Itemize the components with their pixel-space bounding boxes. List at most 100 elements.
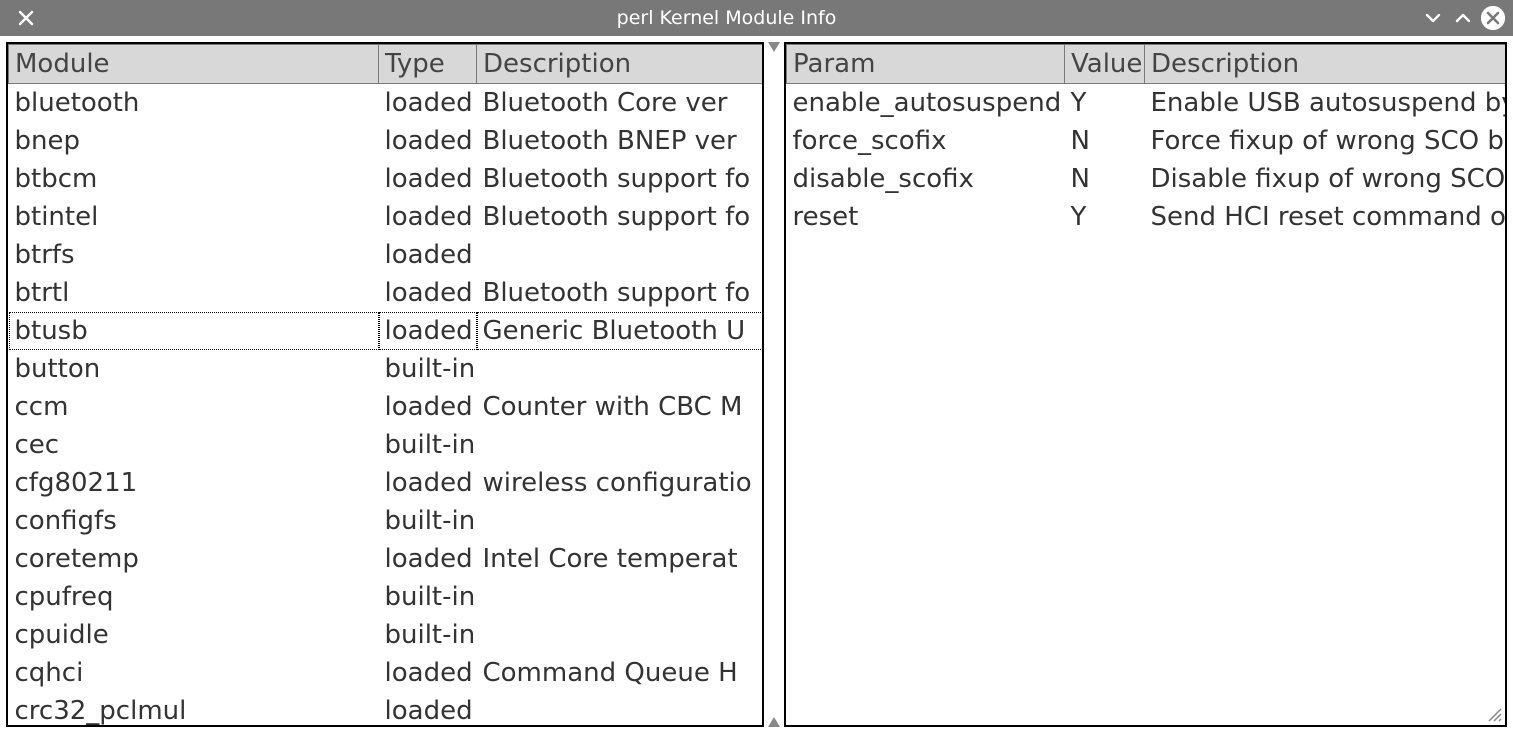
col-header-desc[interactable]: Description <box>477 45 765 84</box>
cell-type: loaded <box>379 160 477 198</box>
modules-header-row[interactable]: Module Type Description <box>9 45 765 84</box>
cell-module: coretemp <box>9 540 379 578</box>
table-row[interactable]: btrtlloadedBluetooth support fo <box>9 274 765 312</box>
window-titlebar: perl Kernel Module Info <box>0 0 1513 36</box>
cell-type: loaded <box>379 274 477 312</box>
col-header-value[interactable]: Value <box>1065 45 1145 84</box>
cell-desc <box>477 236 765 274</box>
table-row[interactable]: configfsbuilt-in <box>9 502 765 540</box>
cell-module: button <box>9 350 379 388</box>
table-row[interactable]: cfg80211loadedwireless configuratio <box>9 464 765 502</box>
cell-desc: Bluetooth BNEP ver <box>477 122 765 160</box>
table-row[interactable]: btbcmloadedBluetooth support fo <box>9 160 765 198</box>
cell-type: loaded <box>379 236 477 274</box>
cell-type: built-in <box>379 350 477 388</box>
modules-pane[interactable]: Module Type Description bluetoothloadedB… <box>6 42 764 727</box>
table-row[interactable]: btrfsloaded <box>9 236 765 274</box>
table-row[interactable]: bneploadedBluetooth BNEP ver <box>9 122 765 160</box>
table-row[interactable]: enable_autosuspendYEnable USB autosuspen… <box>787 84 1508 123</box>
table-row[interactable]: cqhciloadedCommand Queue H <box>9 654 765 692</box>
cell-module: btusb <box>9 312 379 350</box>
cell-type: built-in <box>379 616 477 654</box>
params-header-row[interactable]: Param Value Description <box>787 45 1508 84</box>
cell-desc <box>477 578 765 616</box>
close-icon[interactable] <box>1481 6 1505 30</box>
modules-table[interactable]: Module Type Description bluetoothloadedB… <box>8 44 764 727</box>
cell-type: loaded <box>379 540 477 578</box>
cell-desc: Counter with CBC M <box>477 388 765 426</box>
cell-type: loaded <box>379 654 477 692</box>
cell-value: Y <box>1065 198 1145 236</box>
cell-module: cqhci <box>9 654 379 692</box>
cell-desc: Command Queue H <box>477 654 765 692</box>
table-row[interactable]: btusbloadedGeneric Bluetooth U <box>9 312 765 350</box>
params-pane[interactable]: Param Value Description enable_autosuspe… <box>784 42 1507 727</box>
splitter-handle-bottom-icon[interactable] <box>768 717 780 727</box>
cell-desc: wireless configuratio <box>477 464 765 502</box>
chevron-up-icon[interactable] <box>1451 6 1475 30</box>
cell-type: built-in <box>379 426 477 464</box>
cell-module: configfs <box>9 502 379 540</box>
cell-module: btintel <box>9 198 379 236</box>
table-row[interactable]: cpufreqbuilt-in <box>9 578 765 616</box>
cell-module: cfg80211 <box>9 464 379 502</box>
window-menu-close-icon[interactable] <box>14 6 38 30</box>
cell-module: cec <box>9 426 379 464</box>
params-table[interactable]: Param Value Description enable_autosuspe… <box>786 44 1507 236</box>
table-row[interactable]: resetYSend HCI reset command o <box>787 198 1508 236</box>
cell-desc <box>477 426 765 464</box>
cell-type: loaded <box>379 464 477 502</box>
cell-desc <box>477 350 765 388</box>
cell-module: cpuidle <box>9 616 379 654</box>
table-row[interactable]: btintelloadedBluetooth support fo <box>9 198 765 236</box>
cell-desc: Force fixup of wrong SCO b <box>1145 122 1508 160</box>
cell-value: N <box>1065 160 1145 198</box>
cell-type: built-in <box>379 578 477 616</box>
table-row[interactable]: crc32_pclmulloaded <box>9 692 765 727</box>
cell-type: loaded <box>379 312 477 350</box>
pane-splitter[interactable] <box>768 42 780 727</box>
cell-desc: Bluetooth support fo <box>477 198 765 236</box>
table-row[interactable]: cecbuilt-in <box>9 426 765 464</box>
col-header-pdesc[interactable]: Description <box>1145 45 1508 84</box>
table-row[interactable]: force_scofixNForce fixup of wrong SCO b <box>787 122 1508 160</box>
cell-type: loaded <box>379 84 477 123</box>
cell-module: btbcm <box>9 160 379 198</box>
window-title: perl Kernel Module Info <box>38 7 1415 29</box>
cell-module: btrtl <box>9 274 379 312</box>
cell-param: force_scofix <box>787 122 1065 160</box>
client-area: Module Type Description bluetoothloadedB… <box>0 36 1513 733</box>
table-row[interactable]: coretemploadedIntel Core temperat <box>9 540 765 578</box>
cell-module: crc32_pclmul <box>9 692 379 727</box>
cell-desc: Bluetooth Core ver <box>477 84 765 123</box>
table-row[interactable]: ccmloadedCounter with CBC M <box>9 388 765 426</box>
cell-desc <box>477 692 765 727</box>
cell-value: Y <box>1065 84 1145 123</box>
cell-desc: Bluetooth support fo <box>477 274 765 312</box>
cell-module: btrfs <box>9 236 379 274</box>
cell-param: enable_autosuspend <box>787 84 1065 123</box>
cell-module: cpufreq <box>9 578 379 616</box>
cell-desc: Generic Bluetooth U <box>477 312 765 350</box>
cell-desc <box>477 616 765 654</box>
table-row[interactable]: buttonbuilt-in <box>9 350 765 388</box>
cell-desc: Send HCI reset command o <box>1145 198 1508 236</box>
cell-param: disable_scofix <box>787 160 1065 198</box>
col-header-type[interactable]: Type <box>379 45 477 84</box>
col-header-module[interactable]: Module <box>9 45 379 84</box>
cell-desc: Bluetooth support fo <box>477 160 765 198</box>
splitter-handle-top-icon[interactable] <box>768 42 780 52</box>
table-row[interactable]: bluetoothloadedBluetooth Core ver <box>9 84 765 123</box>
table-row[interactable]: cpuidlebuilt-in <box>9 616 765 654</box>
cell-type: built-in <box>379 502 477 540</box>
cell-desc: Intel Core temperat <box>477 540 765 578</box>
cell-module: bnep <box>9 122 379 160</box>
resize-grip-icon[interactable] <box>1487 707 1503 723</box>
chevron-down-icon[interactable] <box>1421 6 1445 30</box>
cell-type: loaded <box>379 122 477 160</box>
cell-type: loaded <box>379 198 477 236</box>
col-header-param[interactable]: Param <box>787 45 1065 84</box>
table-row[interactable]: disable_scofixNDisable fixup of wrong SC… <box>787 160 1508 198</box>
cell-module: ccm <box>9 388 379 426</box>
cell-desc: Enable USB autosuspend by <box>1145 84 1508 123</box>
